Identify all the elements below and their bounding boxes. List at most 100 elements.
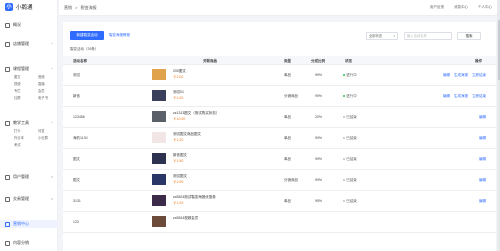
sub-item[interactable]: 问答 <box>38 128 62 133</box>
campaign-name: 123 <box>73 220 79 224</box>
product-type: 单品 <box>284 199 291 203</box>
row-action-link[interactable]: 立即结束 <box>472 94 486 99</box>
table-row: 3131 zx5524测试裂变海报优惠券 ￥1.20 单品 95% 已结束 编辑 <box>63 191 496 212</box>
trade-icon <box>5 196 10 202</box>
product-thumbnail[interactable] <box>152 174 166 185</box>
product-title[interactable]: zx5524视频会员 <box>173 216 198 221</box>
commission-ratio: 95% <box>315 199 323 203</box>
feedback-link[interactable]: 用户反馈 <box>430 5 444 10</box>
status-dot-icon <box>343 137 345 139</box>
course-icon <box>5 66 10 72</box>
profile-link[interactable]: 个人中心 <box>478 5 492 10</box>
app-logo[interactable]: 小 小鹅通 <box>5 3 33 11</box>
sidebar-item-overview[interactable]: 概况 <box>0 21 58 29</box>
table-body: 测试 200图文 ￥2.00 单品 99% 进行中 编辑 生成海报 立即结束 新依 测试01 ￥1.0… <box>63 65 496 233</box>
sub-item[interactable]: 会员 <box>38 88 62 93</box>
product-title[interactable]: zx5524测试裂变海报优惠券 <box>173 195 216 200</box>
row-actions: 编辑 <box>475 199 486 204</box>
sub-item[interactable]: 音频 <box>38 74 62 79</box>
product-price: ￥10.00 <box>173 117 186 121</box>
product-thumbnail[interactable] <box>152 216 166 227</box>
table-row: 图文 测试图文 ￥1.50 分销商品 99% 已结束 编辑 <box>63 170 496 191</box>
sub-item[interactable]: 专栏 <box>14 88 38 93</box>
status-text: 已结束 <box>346 115 357 119</box>
product-type: 单品 <box>284 73 291 77</box>
commission-ratio: 99% <box>315 136 323 140</box>
product-title[interactable]: 200图文 <box>173 69 186 74</box>
search-button[interactable]: 搜索 <box>457 32 481 40</box>
status-badge: 进行中 <box>343 94 357 99</box>
app-name: 小鹅通 <box>16 5 33 11</box>
sub-item[interactable]: 直播 <box>38 81 62 86</box>
sub-item[interactable]: 考试 <box>14 142 38 147</box>
breadcrumb-item[interactable]: 营销 <box>64 5 72 10</box>
status-dot-icon <box>343 179 345 181</box>
sidebar-item-distribution[interactable]: 内容分销 <box>0 239 58 247</box>
row-action-link[interactable]: 生成海报 <box>454 73 468 78</box>
status-dot-icon <box>343 158 345 160</box>
tutorial-link[interactable]: 裂变海报教程 <box>109 33 130 38</box>
status-badge: 已结束 <box>343 199 357 204</box>
marketing-icon <box>5 221 10 227</box>
col-ratio: 分成比例 <box>311 58 325 63</box>
col-actions: 操作 <box>475 58 482 63</box>
row-action-link[interactable]: 编辑 <box>479 178 486 183</box>
campaign-name: 123456 <box>73 115 85 119</box>
status-dot-icon <box>343 95 345 97</box>
sidebar-item-users[interactable]: 用户管理 v <box>0 173 58 181</box>
row-action-link[interactable]: 编辑 <box>479 199 486 204</box>
product-thumbnail[interactable] <box>152 69 166 80</box>
sub-item[interactable]: 视频 <box>14 81 38 86</box>
row-action-link[interactable]: 生成海报 <box>454 94 468 99</box>
row-actions: 编辑 生成海报 立即结束 <box>439 94 486 99</box>
sub-item[interactable]: 电子书 <box>38 95 62 100</box>
status-select[interactable]: 全部状态 ▾ <box>366 32 398 40</box>
sub-item[interactable]: 打卡 <box>14 128 38 133</box>
status-text: 已结束 <box>346 199 357 203</box>
sidebar-item-store[interactable]: 店铺管理 ^ <box>0 40 58 48</box>
col-name: 活动名称 <box>73 58 87 63</box>
product-thumbnail[interactable] <box>152 195 166 206</box>
product-title[interactable]: 测试图文商品图文 <box>173 132 201 137</box>
sidebar-item-teaching[interactable]: 教学工具 ^ 打卡 问答 作业本 小社群 考试 <box>0 119 58 147</box>
campaign-name: 测试 <box>73 73 80 77</box>
sidebar-item-trade[interactable]: 交易管理 v <box>0 195 58 203</box>
breadcrumb-separator: > <box>75 5 78 10</box>
sub-item[interactable]: 作业本 <box>14 135 38 140</box>
new-campaign-button[interactable]: 新建裂变活动 <box>70 31 104 40</box>
messages-link[interactable]: 消息中心 <box>454 5 468 10</box>
product-title[interactable]: zz1313图文（测试购买状态） <box>173 111 219 116</box>
campaign-count: 裂变活动（26条） <box>70 47 99 51</box>
sidebar-item-marketing[interactable]: 营销中心 <box>0 220 58 228</box>
product-type: 单品 <box>284 115 291 119</box>
status-text: 已结束 <box>346 157 357 161</box>
tools-icon <box>5 120 10 126</box>
product-thumbnail[interactable] <box>152 90 166 101</box>
product-thumbnail[interactable] <box>152 153 166 164</box>
row-actions: 编辑 <box>475 157 486 162</box>
chevron-down-icon: v <box>51 175 53 179</box>
commission-ratio: 99% <box>315 157 323 161</box>
sub-item[interactable]: 图文 <box>14 74 38 79</box>
row-action-link[interactable]: 编辑 <box>443 73 450 78</box>
chevron-down-icon: ▾ <box>393 34 395 38</box>
sidebar-item-courses[interactable]: 课程管理 ^ 图文 音频 视频 直播 专栏 会员 社群 电子书 <box>0 65 58 100</box>
row-action-link[interactable]: 编辑 <box>479 157 486 162</box>
col-status: 状态 <box>345 58 352 63</box>
row-action-link[interactable]: 编辑 <box>479 136 486 141</box>
sub-item[interactable]: 社群 <box>14 95 38 100</box>
product-thumbnail[interactable] <box>152 132 166 143</box>
product-title[interactable]: 新依图文 <box>173 153 187 158</box>
sub-item[interactable]: 小社群 <box>38 135 62 140</box>
scrollbar-thumb[interactable] <box>497 20 500 80</box>
search-input[interactable]: 输入活动名称 <box>404 32 452 40</box>
product-thumbnail[interactable] <box>152 111 166 122</box>
row-action-link[interactable]: 编辑 <box>443 94 450 99</box>
product-type: 单品 <box>284 136 291 140</box>
product-title[interactable]: 测试01 <box>173 90 184 95</box>
product-title[interactable]: 测试图文 <box>173 174 187 179</box>
product-type: 分销商品 <box>284 94 298 98</box>
row-action-link[interactable]: 编辑 <box>479 115 486 120</box>
row-action-link[interactable]: 立即结束 <box>472 73 486 78</box>
table-row: 图文 新依图文 ￥1.50 单品 99% 已结束 编辑 <box>63 149 496 170</box>
